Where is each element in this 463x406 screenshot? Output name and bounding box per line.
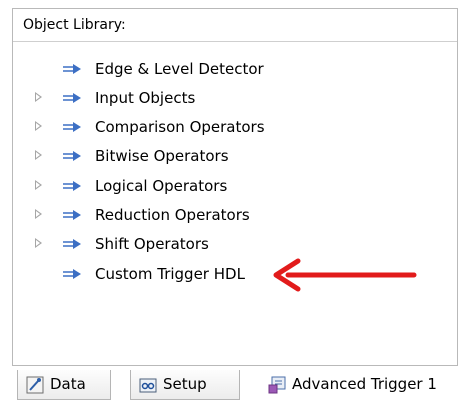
expand-arrow-icon[interactable] [35,150,42,160]
expand-arrow-icon[interactable] [35,209,42,219]
object-arrow-icon [63,269,81,279]
tab-label: Setup [163,375,207,393]
tab-setup[interactable]: Setup [130,370,240,400]
tree-item-label: Comparison Operators [95,118,265,136]
tree-item-edge-level-detector[interactable]: Edge & Level Detector [13,58,393,80]
expand-arrow-icon[interactable] [35,238,42,248]
tab-label: Advanced Trigger 1 [292,375,437,393]
tree-item-label: Shift Operators [95,235,209,253]
object-arrow-icon [63,210,81,220]
tree-item-reduction-operators[interactable]: Reduction Operators [13,204,393,226]
tab-data[interactable]: Data [17,370,111,400]
tree-item-label: Bitwise Operators [95,147,229,165]
object-arrow-icon [63,151,81,161]
annotation-arrow-icon [273,258,417,292]
object-arrow-icon [63,122,81,132]
object-arrow-icon [63,239,81,249]
tree-item-bitwise-operators[interactable]: Bitwise Operators [13,145,393,167]
tree-item-comparison-operators[interactable]: Comparison Operators [13,116,393,138]
data-probe-icon [26,376,44,394]
tab-label: Data [50,375,86,393]
tree-item-shift-operators[interactable]: Shift Operators [13,233,393,255]
expand-arrow-icon[interactable] [35,121,42,131]
tree-item-label: Logical Operators [95,177,228,195]
expand-arrow-icon[interactable] [35,180,42,190]
tree-item-label: Reduction Operators [95,206,250,224]
object-arrow-icon [63,181,81,191]
tree-item-label: Custom Trigger HDL [95,265,245,283]
tree-item-logical-operators[interactable]: Logical Operators [13,175,393,197]
expand-arrow-icon[interactable] [35,92,42,102]
bottom-tab-bar: Data Setup Advanced Trigger 1 [17,366,463,406]
advanced-trigger-icon [268,376,286,394]
setup-icon [139,378,157,393]
object-arrow-icon [63,64,81,74]
object-library-panel: Object Library: Edge & Level Detector In… [12,8,458,366]
tab-advanced-trigger-1[interactable]: Advanced Trigger 1 [260,370,460,400]
tree-item-label: Input Objects [95,89,196,107]
tree-item-input-objects[interactable]: Input Objects [13,87,393,109]
object-library-header: Object Library: [13,9,457,42]
tree-item-label: Edge & Level Detector [95,60,264,78]
object-arrow-icon [63,93,81,103]
